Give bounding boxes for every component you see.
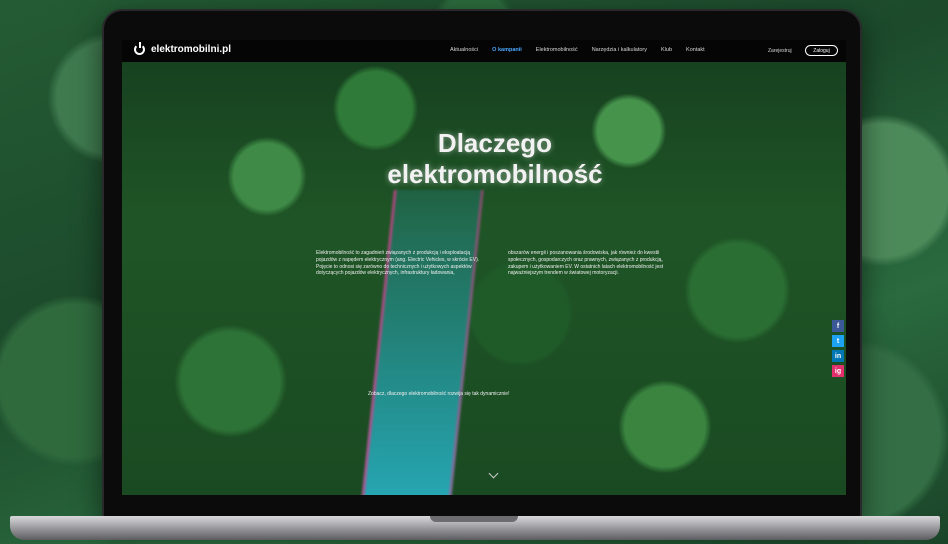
login-button[interactable]: Zaloguj — [805, 45, 838, 56]
road-image — [360, 190, 484, 495]
nav-item-o-kampanii[interactable]: O kampanii — [492, 47, 522, 53]
hero-title-line1: Dlaczego — [437, 128, 553, 158]
instagram-icon[interactable]: ig — [832, 365, 844, 377]
nav-item-klub[interactable]: Klub — [661, 47, 672, 53]
power-icon — [134, 42, 145, 55]
laptop-notch — [430, 516, 518, 522]
nav-item-aktualnosci[interactable]: Aktualności — [450, 47, 478, 53]
twitter-icon[interactable]: t — [832, 335, 844, 347]
facebook-icon[interactable]: f — [832, 320, 844, 332]
social-share-bar: f t in ig — [832, 320, 844, 377]
logo-text: elektromobilni.pl — [151, 44, 232, 55]
nav-item-narzedzia[interactable]: Narzędzia i kalkulatory — [592, 47, 647, 53]
register-link[interactable]: Zarejestruj — [768, 48, 792, 54]
nav-item-kontakt[interactable]: Kontakt — [686, 47, 705, 53]
hero-paragraph-right: obszarów energii i poszanowania środowis… — [508, 250, 664, 277]
hero-title: Dlaczego elektromobilność — [360, 128, 630, 190]
hero-title-line2: elektromobilność — [387, 159, 603, 190]
hero-tagline: Zobacz, dlaczego elektromobilność rozwij… — [368, 391, 510, 397]
nav-item-elektromobilnosc[interactable]: Elektromobilność — [536, 47, 578, 53]
main-nav: Aktualności O kampanii Elektromobilność … — [450, 47, 705, 53]
hero-paragraph-left: Elektromobilność to zagadnień związanych… — [316, 250, 480, 277]
site-logo[interactable]: elektromobilni.pl — [134, 42, 232, 55]
linkedin-icon[interactable]: in — [832, 350, 844, 362]
